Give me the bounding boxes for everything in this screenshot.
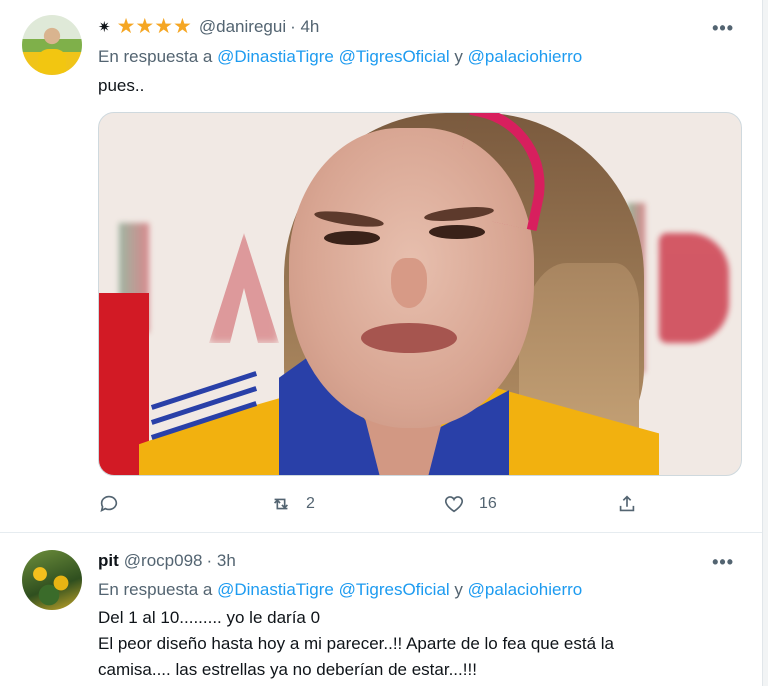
retweet-button[interactable]: 2 (270, 490, 315, 518)
avatar[interactable] (22, 550, 82, 610)
tweet[interactable]: pit @rocp098 · 3h ••• En respuesta a @Di… (0, 534, 762, 686)
user-handle[interactable]: @rocp098 (124, 551, 203, 571)
nose (391, 258, 427, 308)
like-button[interactable]: 16 (443, 490, 497, 518)
reply-mention-link[interactable]: @DinastiaTigre @TigresOficial (217, 580, 450, 599)
reply-and: y (454, 47, 463, 66)
star-rating-icon: ★★★★ (116, 15, 192, 38)
mouth (361, 323, 457, 353)
timestamp[interactable]: · 3h (206, 551, 235, 571)
reply-mention-link[interactable]: @palaciohierro (468, 47, 583, 66)
eye (324, 231, 380, 245)
sparkle-icon: ✷ (98, 19, 111, 36)
tweet-header: ✷ ★★★★ @daniregui · 4h (98, 15, 323, 38)
display-name[interactable]: pit (98, 551, 119, 571)
tweet-header: pit @rocp098 · 3h (98, 551, 240, 571)
reply-and: y (454, 580, 463, 599)
share-button[interactable] (616, 490, 638, 518)
eye (429, 225, 485, 239)
reply-mention-link[interactable]: @DinastiaTigre @TigresOficial (217, 47, 450, 66)
timestamp[interactable]: · 4h (290, 17, 319, 37)
reply-prefix: En respuesta a (98, 47, 213, 66)
like-count: 16 (479, 495, 497, 512)
tweet-text-line: camisa.... las estrellas ya no deberían … (98, 660, 477, 679)
reply-context: En respuesta a @DinastiaTigre @TigresOfi… (98, 580, 582, 600)
tweet-text-line: pues.. (98, 76, 145, 95)
reply-mention-link[interactable]: @palaciohierro (468, 580, 583, 599)
background-sign-letter (209, 233, 279, 343)
tweet-text-line: Del 1 al 10......... yo le daría 0 (98, 608, 321, 627)
retweet-count: 2 (306, 495, 315, 512)
more-options-icon[interactable]: ••• (712, 552, 734, 573)
tweet-media-image[interactable] (98, 112, 742, 476)
tweet-actions: 2 16 (98, 490, 646, 518)
reply-icon (100, 495, 118, 512)
retweet-icon (273, 498, 289, 510)
reply-context: En respuesta a @DinastiaTigre @TigresOfi… (98, 47, 582, 67)
tweet-text-line: El peor diseño hasta hoy a mi parecer..!… (98, 634, 614, 653)
reply-button[interactable] (98, 490, 120, 518)
tweet[interactable]: ✷ ★★★★ @daniregui · 4h ••• En respuesta … (0, 0, 762, 533)
scrollbar-track[interactable] (762, 0, 768, 686)
tweet-text: Del 1 al 10......... yo le daría 0 El pe… (98, 605, 614, 683)
heart-icon (444, 496, 464, 513)
user-handle[interactable]: @daniregui (199, 17, 286, 37)
tweet-text: pues.. (98, 73, 144, 99)
avatar[interactable] (22, 15, 82, 75)
share-icon (619, 495, 635, 512)
more-options-icon[interactable]: ••• (712, 18, 734, 39)
reply-prefix: En respuesta a (98, 580, 213, 599)
background-sign-letter (659, 233, 729, 343)
